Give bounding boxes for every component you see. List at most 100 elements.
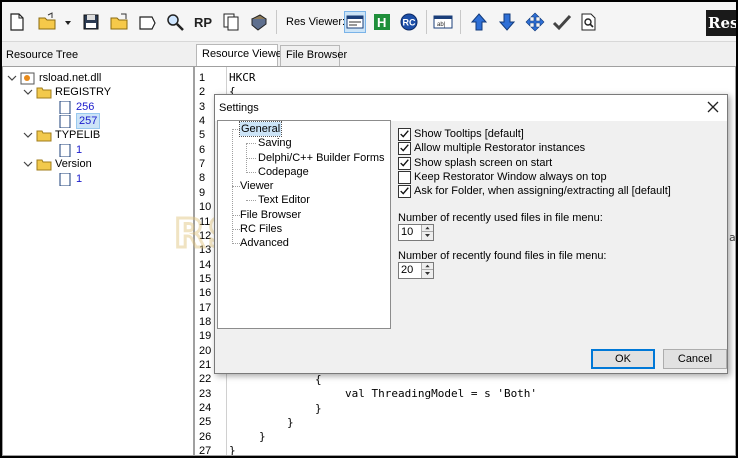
tree-node-typelib[interactable]: TYPELIB: [23, 128, 100, 142]
dialog-icon[interactable]: ab|: [432, 11, 454, 33]
rc-icon[interactable]: RC: [398, 11, 420, 33]
tree-guide-line: [246, 172, 256, 173]
option-show-splash-screen[interactable]: Show splash screen on start: [398, 156, 552, 170]
search-icon[interactable]: [164, 11, 186, 33]
category-delphi-builder-forms[interactable]: Delphi/C++ Builder Forms: [258, 151, 385, 165]
tree-leaf-typelib-1[interactable]: 1: [57, 143, 82, 157]
option-allow-multiple-instances[interactable]: Allow multiple Restorator instances: [398, 141, 585, 155]
line-number: 20: [199, 344, 212, 357]
tree-root[interactable]: rsload.net.dll: [7, 71, 101, 85]
tree-node-version[interactable]: Version: [23, 157, 92, 171]
category-text-editor[interactable]: Text Editor: [258, 193, 310, 207]
move-icon[interactable]: [524, 11, 546, 33]
line-number: 9: [199, 186, 206, 199]
code-line: }: [315, 402, 322, 415]
folder-open-icon: [36, 130, 52, 141]
category-rc-files[interactable]: RC Files: [240, 222, 282, 236]
book-icon[interactable]: [248, 11, 270, 33]
tree-root-label: rsload.net.dll: [39, 72, 102, 84]
tree-leaf-257[interactable]: 257: [57, 113, 101, 129]
recent-used-spinner[interactable]: 10: [398, 224, 434, 241]
recent-found-spinner[interactable]: 20: [398, 262, 434, 279]
recent-found-value[interactable]: 20: [401, 264, 413, 276]
category-file-browser[interactable]: File Browser: [240, 208, 301, 222]
cancel-button[interactable]: Cancel: [663, 349, 727, 369]
checkbox-unchecked[interactable]: [398, 170, 411, 184]
tree-leaf-version-1[interactable]: 1: [57, 172, 82, 186]
toolbar: RP Res Viewer: H RC ab| Res: [2, 2, 736, 42]
copy-icon[interactable]: [220, 11, 242, 33]
line-number: 17: [199, 301, 212, 314]
category-saving[interactable]: Saving: [258, 136, 292, 150]
option-label: Show Tooltips [default]: [414, 128, 524, 140]
new-file-icon[interactable]: [6, 11, 28, 33]
tab-resource-viewer[interactable]: Resource Viewer: [196, 44, 286, 66]
recent-used-value[interactable]: 10: [401, 226, 413, 238]
spin-down-icon[interactable]: [422, 270, 433, 277]
option-ask-for-folder[interactable]: Ask for Folder, when assigning/extractin…: [398, 184, 671, 198]
resource-tree-header: Resource Tree: [2, 44, 194, 66]
option-label: Keep Restorator Window always on top: [414, 171, 607, 183]
toolbar-separator: [276, 10, 277, 34]
tree-leaf-label: 257: [76, 113, 101, 129]
line-number: 7: [199, 158, 206, 171]
line-number: 21: [199, 359, 212, 371]
arrow-up-icon[interactable]: [468, 11, 490, 33]
dll-file-icon: [20, 72, 35, 84]
rp-icon[interactable]: RP: [192, 11, 214, 33]
line-number: 18: [199, 315, 212, 328]
dialog-title: Settings: [219, 102, 259, 114]
checkbox-checked[interactable]: [398, 156, 411, 170]
chevron-down-icon[interactable]: [23, 159, 33, 169]
main-window: RP Res Viewer: H RC ab| Res Resource Tre…: [2, 2, 736, 456]
tab-file-browser[interactable]: File Browser: [280, 45, 347, 66]
tree-leaf-256[interactable]: 256: [57, 100, 94, 114]
spin-up-icon[interactable]: [422, 225, 433, 232]
close-icon[interactable]: [705, 99, 721, 115]
h-icon[interactable]: H: [371, 11, 393, 33]
page-icon: [59, 172, 71, 186]
recent-used-label: Number of recently used files in file me…: [398, 212, 603, 224]
page-icon: [59, 100, 71, 114]
find-in-file-icon[interactable]: [578, 11, 600, 33]
code-line: }: [287, 416, 294, 429]
category-codepage[interactable]: Codepage: [258, 165, 309, 179]
arrow-down-icon[interactable]: [496, 11, 518, 33]
option-label: Show splash screen on start: [414, 157, 553, 169]
option-show-tooltips[interactable]: Show Tooltips [default]: [398, 127, 524, 141]
res-viewer-raw-icon[interactable]: [344, 11, 366, 33]
chevron-down-icon[interactable]: [23, 130, 33, 140]
settings-category-tree[interactable]: General Saving Delphi/C++ Builder Forms …: [217, 120, 391, 329]
spin-down-icon[interactable]: [422, 232, 433, 239]
tree-leaf-label: 256: [76, 101, 95, 113]
line-number: 15: [199, 272, 212, 285]
folder-open-icon: [36, 87, 52, 98]
code-line: {: [315, 373, 322, 386]
chevron-down-icon[interactable]: [23, 87, 33, 97]
line-number: 22: [199, 373, 212, 386]
line-number: 24: [199, 402, 212, 415]
option-always-on-top[interactable]: Keep Restorator Window always on top: [398, 170, 607, 184]
checkbox-checked[interactable]: [398, 141, 411, 155]
spinner-buttons: [421, 263, 433, 278]
save-icon[interactable]: [80, 11, 102, 33]
spinner-buttons: [421, 225, 433, 240]
svg-text:RC: RC: [403, 18, 416, 28]
dropdown-arrow-icon[interactable]: [62, 11, 74, 33]
resource-tree[interactable]: rsload.net.dll REGISTRY 256 257 TYPELIB …: [2, 66, 194, 456]
category-advanced[interactable]: Advanced: [240, 236, 289, 250]
category-general[interactable]: General: [238, 121, 283, 137]
line-number: 4: [199, 115, 206, 128]
spin-up-icon[interactable]: [422, 263, 433, 270]
checkbox-checked[interactable]: [398, 184, 411, 198]
checkmark-icon[interactable]: [551, 11, 573, 33]
ok-button[interactable]: OK: [591, 349, 655, 369]
category-viewer[interactable]: Viewer: [240, 179, 273, 193]
open-project-icon[interactable]: [108, 11, 130, 33]
open-folder-icon[interactable]: [36, 11, 58, 33]
edit-icon[interactable]: [136, 11, 158, 33]
chevron-down-icon[interactable]: [7, 73, 17, 83]
tree-node-registry[interactable]: REGISTRY: [23, 85, 111, 99]
checkbox-checked[interactable]: [398, 127, 411, 141]
page-icon: [59, 114, 71, 128]
